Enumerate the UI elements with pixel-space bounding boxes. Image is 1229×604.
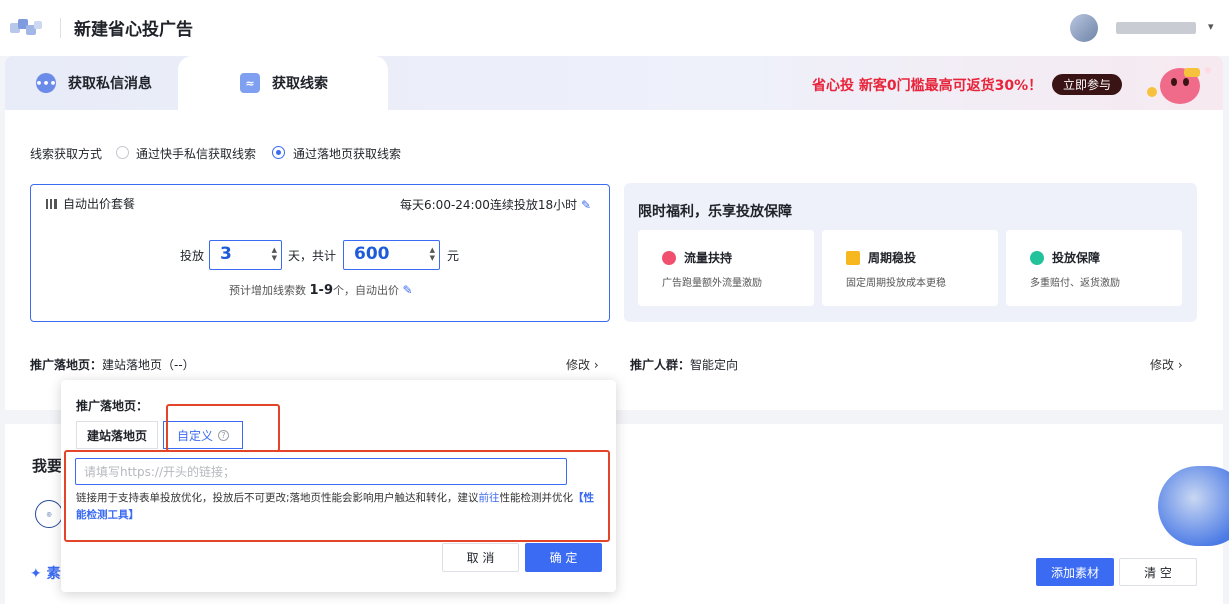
benefit-traffic [638, 230, 814, 306]
edit-icon[interactable]: ✎ [403, 283, 413, 297]
lead-estimate: 预计增加线索数 1-9个，自动出价 ✎ [229, 282, 413, 298]
days-label: 投放 [180, 249, 205, 263]
popover-label: 推广落地页： [76, 399, 149, 413]
ai-material-link[interactable]: ✦ 素 [30, 563, 61, 583]
radio-landing-page[interactable] [272, 146, 285, 159]
benefit-desc: 固定周期投放成本更稳 [846, 278, 946, 289]
app-logo [10, 19, 44, 39]
segment-site-landing-page[interactable]: 建站落地页 [76, 421, 158, 449]
title-divider [60, 18, 61, 38]
radio-label-landing-page[interactable]: 通过落地页获取线索 [293, 145, 401, 162]
add-material-button[interactable]: 添加素材 [1036, 558, 1114, 586]
bid-title-text: 自动出价套餐 [63, 197, 136, 211]
clear-button[interactable]: 清 空 [1119, 558, 1197, 586]
user-name-blurred [1116, 22, 1196, 34]
account-logo: ◎ [35, 500, 63, 528]
spinner-icon[interactable]: ▲ ▼ [430, 246, 435, 262]
join-now-button[interactable]: 立即参与 [1052, 74, 1122, 95]
cancel-button[interactable]: 取 消 [442, 543, 519, 572]
spark-label: 素 [46, 566, 61, 582]
landing-modify-link[interactable]: 修改 › [566, 356, 599, 373]
bar-chart-icon [46, 198, 57, 209]
caret-down-icon: ▾ [1208, 20, 1214, 33]
audience-modify-link[interactable]: 修改 › [1150, 356, 1183, 373]
audience-row-value: 智能定向 [690, 358, 739, 372]
estimate-suffix: 个，自动出价 [333, 284, 399, 297]
spinner-icon[interactable]: ▲ ▼ [272, 246, 277, 262]
benefit-guarantee [1006, 230, 1182, 306]
days-unit: 天，共计 [288, 249, 337, 263]
chat-bubble-icon: ••• [35, 73, 57, 93]
shield-check-icon [1030, 250, 1044, 265]
audience-row-label: 推广人群： [630, 358, 691, 372]
benefit-name-text: 周期稳投 [868, 251, 917, 265]
landing-row-value: 建站落地页（--） [102, 358, 195, 372]
page-title: 新建省心投广告 [74, 20, 193, 40]
benefit-desc: 广告跑量额外流量激励 [662, 278, 762, 289]
benefit-name: 投放保障 [1030, 249, 1100, 266]
bid-schedule[interactable]: 每天6:00-24:00连续投放18小时 ✎ [400, 196, 591, 213]
days-stepper[interactable]: 3 ▲ ▼ [209, 240, 282, 270]
radio-label-private-message[interactable]: 通过快手私信获取线索 [136, 145, 256, 162]
edit-icon[interactable]: ✎ [581, 198, 591, 212]
estimate-prefix: 预计增加线索数 [229, 284, 306, 297]
lead-method-label: 线索获取方式 [30, 147, 103, 161]
chevron-right-icon: › [1177, 358, 1183, 372]
radio-private-message[interactable] [116, 146, 129, 159]
bid-package-title: 自动出价套餐 [46, 195, 135, 212]
amount-unit: 元 [447, 249, 460, 263]
days-value: 3 [220, 244, 232, 264]
chevron-right-icon: › [593, 358, 599, 372]
user-menu[interactable]: ▾ [1070, 14, 1220, 44]
tab-label: 获取私信消息 [68, 76, 152, 92]
schedule-text: 每天6:00-24:00连续投放18小时 [400, 198, 578, 212]
sparkle-icon: ✦ [30, 566, 42, 582]
landing-row-label: 推广落地页： [30, 358, 103, 372]
benefits-title: 限时福利，乐享投放保障 [638, 204, 792, 220]
assistant-float-button[interactable] [1158, 466, 1229, 546]
tab-leads[interactable]: ≈ 获取线索 [178, 56, 388, 110]
landing-page-row: 推广落地页：建站落地页（--） [30, 356, 195, 373]
material-section-title: 我要 [32, 457, 63, 475]
tab-label: 获取线索 [272, 76, 328, 92]
highlight-box-url [64, 450, 610, 542]
benefit-name: 周期稳投 [846, 249, 916, 266]
modify-label: 修改 [1150, 358, 1175, 372]
highlight-box-segment [166, 404, 280, 452]
audience-row: 推广人群：智能定向 [630, 356, 738, 373]
benefit-name: 流量扶持 [662, 249, 732, 266]
tab-private-message[interactable]: ••• 获取私信消息 [35, 56, 152, 110]
amount-value: 600 [354, 244, 390, 264]
benefit-name-text: 投放保障 [1052, 251, 1101, 265]
promo-mascot-image [1128, 58, 1218, 108]
confirm-button[interactable]: 确 定 [525, 543, 602, 572]
flame-icon [662, 250, 676, 265]
benefit-desc: 多重赔付、返货激励 [1030, 278, 1120, 289]
promo-text: 省心投 新客0门槛最高可返货30%！ [812, 78, 1043, 94]
estimate-range: 1-9 [309, 283, 334, 298]
trend-icon [846, 250, 860, 265]
amount-stepper[interactable]: 600 ▲ ▼ [343, 240, 440, 270]
leads-icon: ≈ [240, 73, 260, 93]
benefit-cycle [822, 230, 998, 306]
benefit-name-text: 流量扶持 [684, 251, 733, 265]
avatar [1070, 14, 1098, 42]
modify-label: 修改 [566, 358, 591, 372]
